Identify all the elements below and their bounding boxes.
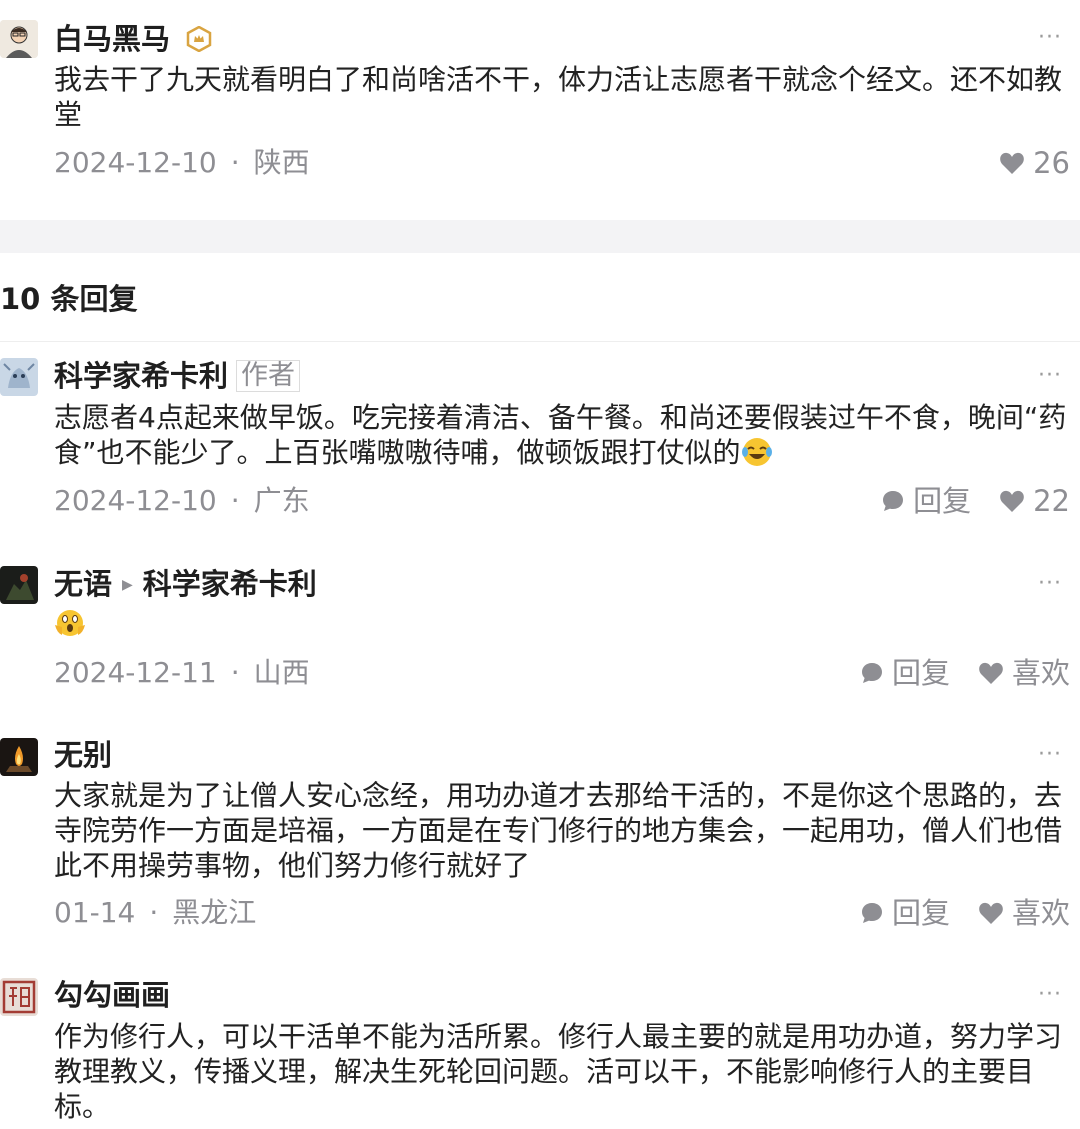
reply-label: 回复 xyxy=(913,484,972,518)
author-tag: 作者 xyxy=(236,360,301,392)
like-count: 26 xyxy=(1033,146,1070,180)
comment-bubble-icon xyxy=(883,491,904,511)
reply-label: 回复 xyxy=(891,656,950,690)
reply-button[interactable]: 回复 xyxy=(860,895,950,931)
comment-meta: 2024-12-11 · 山西 xyxy=(54,656,310,689)
heart-icon xyxy=(1000,490,1024,512)
comment-text: 大家就是为了让僧人安心念经，用功办道才去那给干活的，不是你这个思路的，去寺院劳作… xyxy=(54,779,1063,882)
divider xyxy=(0,341,1080,342)
comment-text: 作为修行人，可以干活单不能为活所累。修行人最主要的就是用功办道，努力学习教理教义… xyxy=(54,1020,1063,1123)
like-count: 22 xyxy=(1033,484,1070,518)
post-meta: 2024-12-10 · 陕西 xyxy=(54,146,310,179)
like-label: 喜欢 xyxy=(1011,656,1070,690)
reply-arrow-icon: ▶ xyxy=(122,577,133,593)
comment-author-name[interactable]: 科学家希卡利 xyxy=(54,359,228,393)
shocked-face-emoji-icon xyxy=(54,607,86,649)
more-options-icon[interactable]: ··· xyxy=(1038,27,1062,49)
more-options-icon[interactable]: ··· xyxy=(1038,984,1062,1006)
comment-location: 山西 xyxy=(253,656,310,689)
like-label: 喜欢 xyxy=(1011,896,1070,930)
comment-text: 志愿者4点起来做早饭。吃完接着清洁、备午餐。和尚还要假装过午不食，晚间“药食”也… xyxy=(54,400,1070,476)
comment-bubble-icon xyxy=(861,663,882,683)
more-options-icon[interactable]: ··· xyxy=(1038,744,1062,766)
like-button[interactable]: 喜欢 xyxy=(978,895,1070,931)
post-author-row: 白马黑马 xyxy=(54,21,212,60)
comment-location: 广东 xyxy=(253,484,310,517)
post-location: 陕西 xyxy=(253,146,310,179)
comment-text xyxy=(54,607,1070,649)
avatar[interactable] xyxy=(0,566,38,604)
like-button[interactable]: 22 xyxy=(999,483,1070,519)
more-options-icon[interactable]: ··· xyxy=(1038,573,1062,595)
post-date: 2024-12-10 xyxy=(54,146,217,179)
heart-icon xyxy=(1000,152,1024,174)
like-button[interactable]: 喜欢 xyxy=(978,655,1070,691)
more-options-icon[interactable]: ··· xyxy=(1038,365,1062,387)
comment-location: 黑龙江 xyxy=(172,896,257,929)
reply-button[interactable]: 回复 xyxy=(881,483,971,519)
comment-bubble-icon xyxy=(861,903,882,923)
laughing-crying-emoji-icon xyxy=(741,436,773,476)
comment-actions: 回复 喜欢 xyxy=(832,655,1070,691)
comment-meta: 01-14 · 黑龙江 xyxy=(54,896,257,929)
comment-author-row: 无语 ▶ 科学家希卡利 xyxy=(54,566,317,603)
comment-meta: 2024-12-10 · 广东 xyxy=(54,484,310,517)
reply-to-name[interactable]: 科学家希卡利 xyxy=(143,567,317,601)
reply-button[interactable]: 回复 xyxy=(860,655,950,691)
avatar[interactable] xyxy=(0,358,38,396)
section-divider xyxy=(0,220,1080,253)
avatar[interactable] xyxy=(0,20,38,58)
comment-author-name[interactable]: 无语 xyxy=(54,567,112,601)
comment-actions: 回复 22 xyxy=(853,483,1070,519)
avatar[interactable] xyxy=(0,738,38,776)
post-author-name[interactable]: 白马黑马 xyxy=(54,22,170,56)
heart-icon xyxy=(979,902,1003,924)
vip-badge-icon xyxy=(186,24,212,60)
comment-date: 2024-12-10 xyxy=(54,484,217,517)
replies-count: 10 条回复 xyxy=(0,282,138,316)
like-button[interactable]: 26 xyxy=(999,145,1070,181)
avatar[interactable] xyxy=(0,978,38,1016)
comment-author-name[interactable]: 无别 xyxy=(54,737,112,773)
comment-author-row: 科学家希卡利 作者 xyxy=(54,358,301,394)
comment-actions: 回复 喜欢 xyxy=(832,895,1070,931)
comment-date: 01-14 xyxy=(54,896,136,929)
heart-icon xyxy=(979,662,1003,684)
post-actions: 26 xyxy=(971,145,1070,181)
comment-author-name[interactable]: 勾勾画画 xyxy=(54,977,170,1013)
post-text: 我去干了九天就看明白了和尚啥活不干，体力活让志愿者干就念个经文。还不如教堂 xyxy=(54,63,1063,131)
comment-date: 2024-12-11 xyxy=(54,656,217,689)
reply-label: 回复 xyxy=(891,896,950,930)
